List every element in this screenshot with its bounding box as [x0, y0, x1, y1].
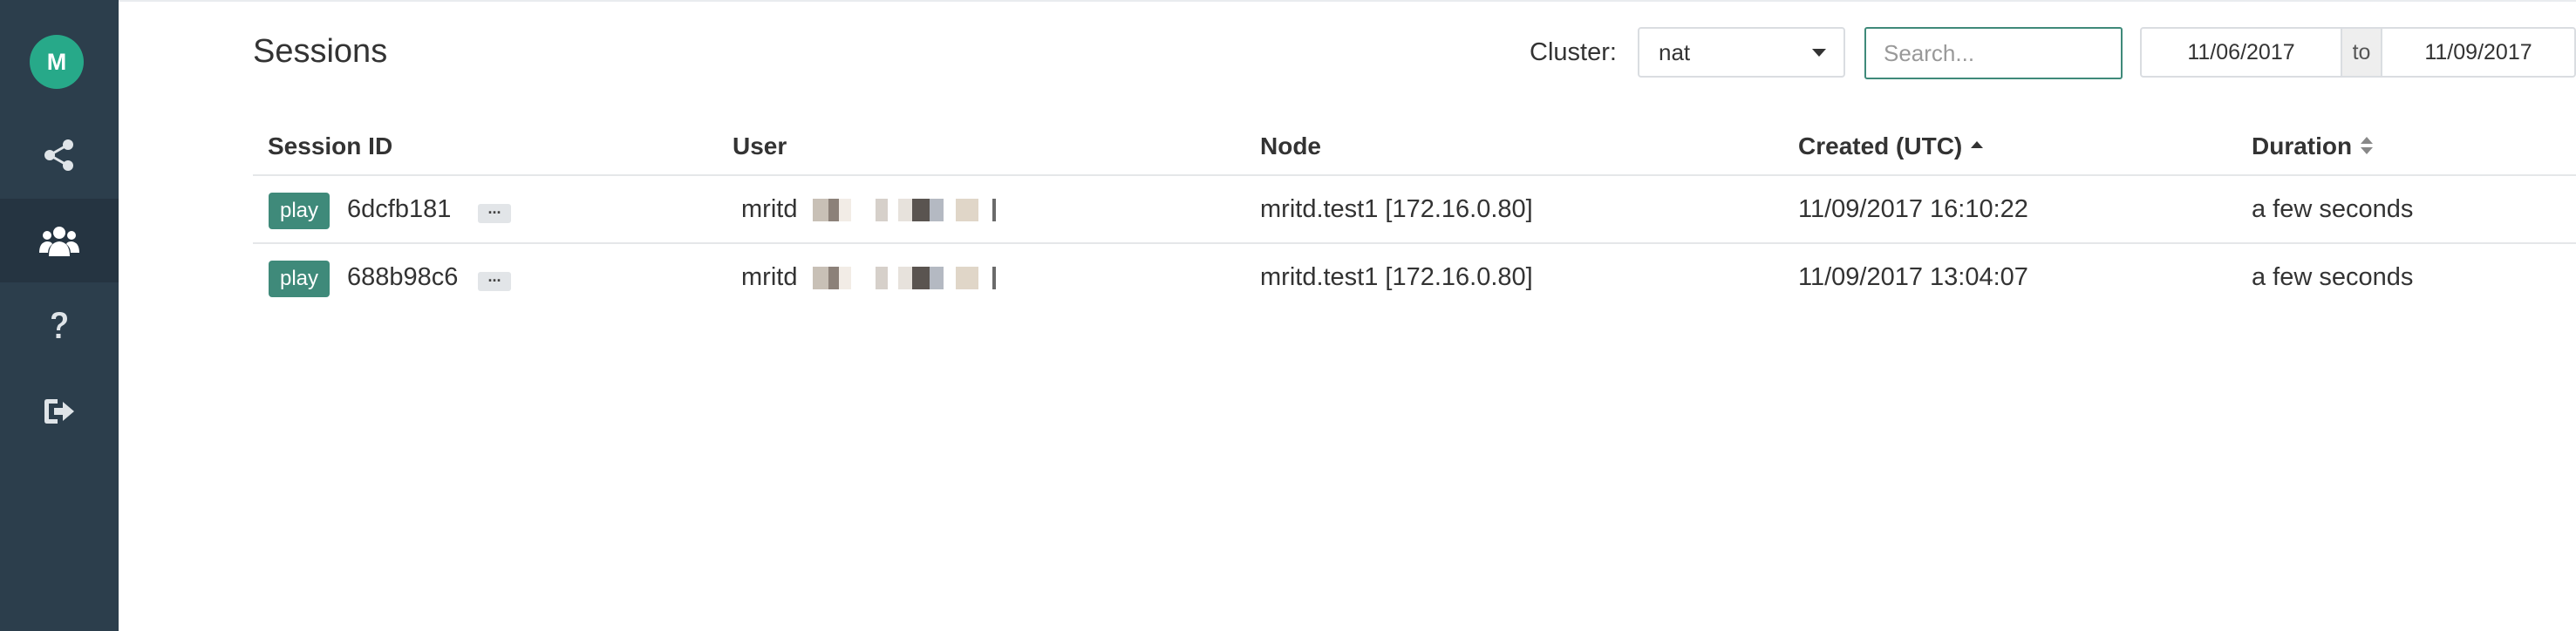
session-id: 6dcfb181 — [347, 195, 452, 223]
column-header-label: Created (UTC) — [1798, 132, 1963, 159]
date-separator: to — [2342, 27, 2381, 78]
nav-item-share[interactable] — [0, 113, 119, 197]
user-cell: mritd — [741, 176, 1004, 242]
table-row: play 6dcfb181 ... mritd mritd.test1 [172… — [253, 176, 2576, 242]
help-icon — [49, 310, 70, 342]
more-button[interactable]: ... — [478, 268, 511, 291]
user-name: mritd — [741, 263, 798, 291]
node-cell: mritd.test1 [172.16.0.80] — [1260, 195, 1533, 223]
nav-item-sessions[interactable] — [0, 199, 119, 282]
sort-icon — [2361, 136, 2374, 156]
avatar[interactable]: M — [30, 35, 84, 89]
cluster-label: Cluster: — [1530, 38, 1617, 66]
duration-cell: a few seconds — [2252, 263, 2414, 291]
nav-item-help[interactable] — [0, 284, 119, 368]
share-icon — [42, 138, 77, 173]
sort-ascending-icon — [1971, 140, 1984, 148]
column-header-label: User — [733, 132, 787, 159]
cluster-select-value: nat — [1659, 39, 1691, 65]
date-to-input[interactable]: 11/09/2017 — [2381, 27, 2576, 78]
logout-icon — [42, 396, 77, 427]
cluster-select[interactable]: nat — [1638, 27, 1845, 78]
user-name: mritd — [741, 195, 798, 223]
created-cell: 11/09/2017 13:04:07 — [1798, 263, 2028, 291]
session-id: 688b98c6 — [347, 263, 459, 291]
node-cell: mritd.test1 [172.16.0.80] — [1260, 263, 1533, 291]
column-header-node: Node — [1260, 131, 1321, 162]
more-button[interactable]: ... — [478, 200, 511, 223]
column-header-label: Session ID — [268, 132, 393, 159]
nav-item-logout[interactable] — [0, 370, 119, 453]
redacted-user-info — [804, 267, 1004, 290]
top-border — [119, 0, 2576, 2]
column-header-created[interactable]: Created (UTC) — [1798, 131, 1984, 162]
chevron-down-icon — [1812, 49, 1826, 57]
column-header-duration[interactable]: Duration — [2252, 131, 2374, 162]
column-header-label: Node — [1260, 132, 1321, 159]
date-from-input[interactable]: 11/06/2017 — [2140, 27, 2342, 78]
play-button[interactable]: play — [269, 193, 330, 229]
column-header-user: User — [733, 131, 787, 162]
play-button[interactable]: play — [269, 261, 330, 297]
search-input[interactable] — [1864, 27, 2123, 79]
sidebar: M — [0, 0, 119, 631]
redacted-user-info — [804, 199, 1004, 222]
duration-cell: a few seconds — [2252, 195, 2414, 223]
created-cell: 11/09/2017 16:10:22 — [1798, 195, 2028, 223]
table-row: play 688b98c6 ... mritd mritd.test1 [172… — [253, 244, 2576, 310]
user-cell: mritd — [741, 244, 1004, 310]
column-header-label: Duration — [2252, 132, 2353, 159]
column-header-session-id: Session ID — [268, 131, 392, 162]
users-icon — [38, 223, 80, 258]
page-title: Sessions — [253, 33, 388, 70]
